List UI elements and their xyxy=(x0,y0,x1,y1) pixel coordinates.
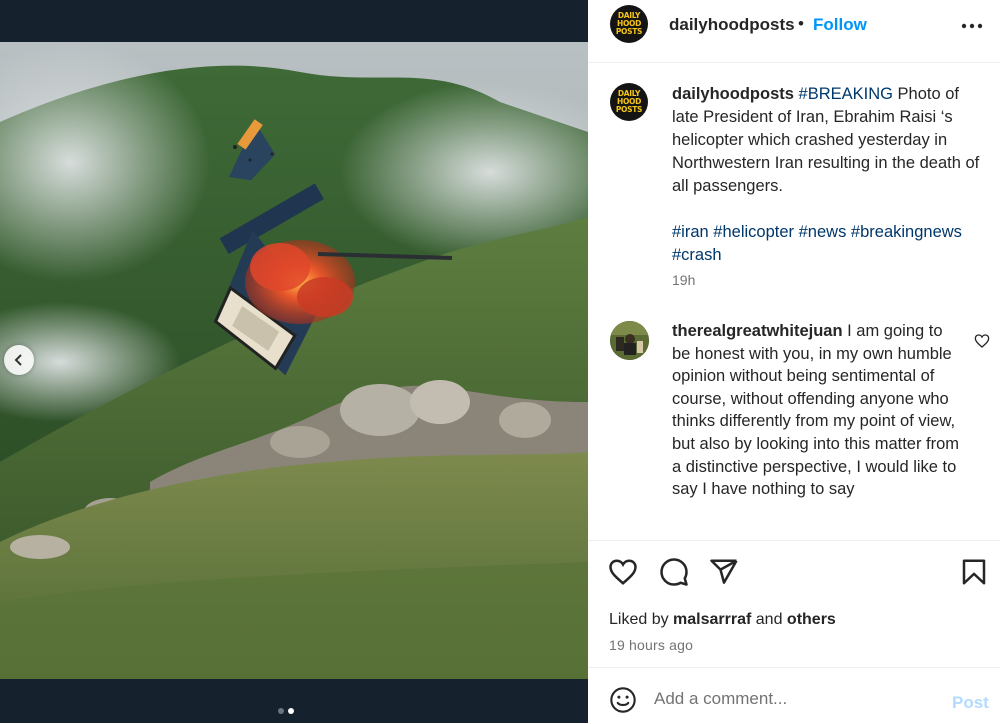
post-header: DAILY HOOD POSTS dailyhoodposts • Follow xyxy=(588,0,1000,63)
carousel-prev-button[interactable] xyxy=(4,345,34,375)
caption-timestamp[interactable]: 19h xyxy=(672,272,695,288)
post-photo[interactable] xyxy=(0,42,588,679)
comment-input[interactable] xyxy=(654,689,924,709)
avatar[interactable]: DAILY HOOD POSTS xyxy=(610,5,648,43)
post-caption: dailyhoodposts #BREAKING Photo of late P… xyxy=(672,83,982,267)
post-username[interactable]: dailyhoodposts xyxy=(669,15,795,35)
carousel-dot-active xyxy=(288,708,294,714)
comment-icon[interactable] xyxy=(659,557,689,587)
heart-icon[interactable] xyxy=(974,333,990,349)
likes-middle: and xyxy=(751,611,787,628)
hashtag-link[interactable]: #BREAKING xyxy=(799,85,893,103)
likes-summary: Liked by malsarrraf and others xyxy=(609,611,836,629)
add-comment-bar: Post xyxy=(588,667,1000,724)
share-icon[interactable] xyxy=(709,557,739,587)
avatar-logo-text: POSTS xyxy=(615,27,643,36)
emoji-icon[interactable] xyxy=(609,686,637,714)
post-comment-button[interactable]: Post xyxy=(952,693,989,713)
separator-dot: • xyxy=(798,14,804,33)
comments-scroll-area[interactable]: DAILY HOOD POSTS dailyhoodposts #BREAKIN… xyxy=(588,63,1000,539)
bookmark-icon[interactable] xyxy=(959,557,989,587)
commenter-photo xyxy=(610,321,649,360)
caption-username[interactable]: dailyhoodposts xyxy=(672,85,794,103)
helicopter-crash-image xyxy=(0,42,588,679)
post-timestamp[interactable]: 19 hours ago xyxy=(609,637,693,653)
follow-button[interactable]: Follow xyxy=(813,15,867,35)
comment-username[interactable]: therealgreatwhitejuan xyxy=(672,322,843,340)
more-horizontal-icon[interactable] xyxy=(960,16,984,36)
caption-avatar[interactable]: DAILY HOOD POSTS xyxy=(610,83,648,121)
hashtag-link[interactable]: #news xyxy=(799,223,847,241)
post-detail-panel: DAILY HOOD POSTS dailyhoodposts • Follow… xyxy=(588,0,1000,723)
carousel-indicator xyxy=(278,708,294,714)
avatar-logo-text: POSTS xyxy=(615,105,643,114)
hashtag-link[interactable]: #breakingnews xyxy=(851,223,962,241)
heart-icon[interactable] xyxy=(608,557,638,587)
hashtag-link[interactable]: #crash xyxy=(672,246,722,264)
likes-prefix: Liked by xyxy=(609,611,674,628)
commenter-avatar[interactable] xyxy=(610,321,649,360)
liked-by-user[interactable]: malsarrraf xyxy=(673,611,751,628)
comment-text: I am going to be honest with you, in my … xyxy=(672,322,960,499)
comment-body: therealgreatwhitejuan I am going to be h… xyxy=(672,320,962,501)
hashtag-link[interactable]: #helicopter xyxy=(713,223,794,241)
post-actions: Liked by malsarrraf and others 19 hours … xyxy=(588,540,1000,666)
carousel-dot xyxy=(278,708,284,714)
chevron-left-icon xyxy=(14,354,22,366)
hashtag-link[interactable]: #iran xyxy=(672,223,709,241)
likes-others-link[interactable]: others xyxy=(787,611,836,628)
post-media xyxy=(0,0,588,723)
